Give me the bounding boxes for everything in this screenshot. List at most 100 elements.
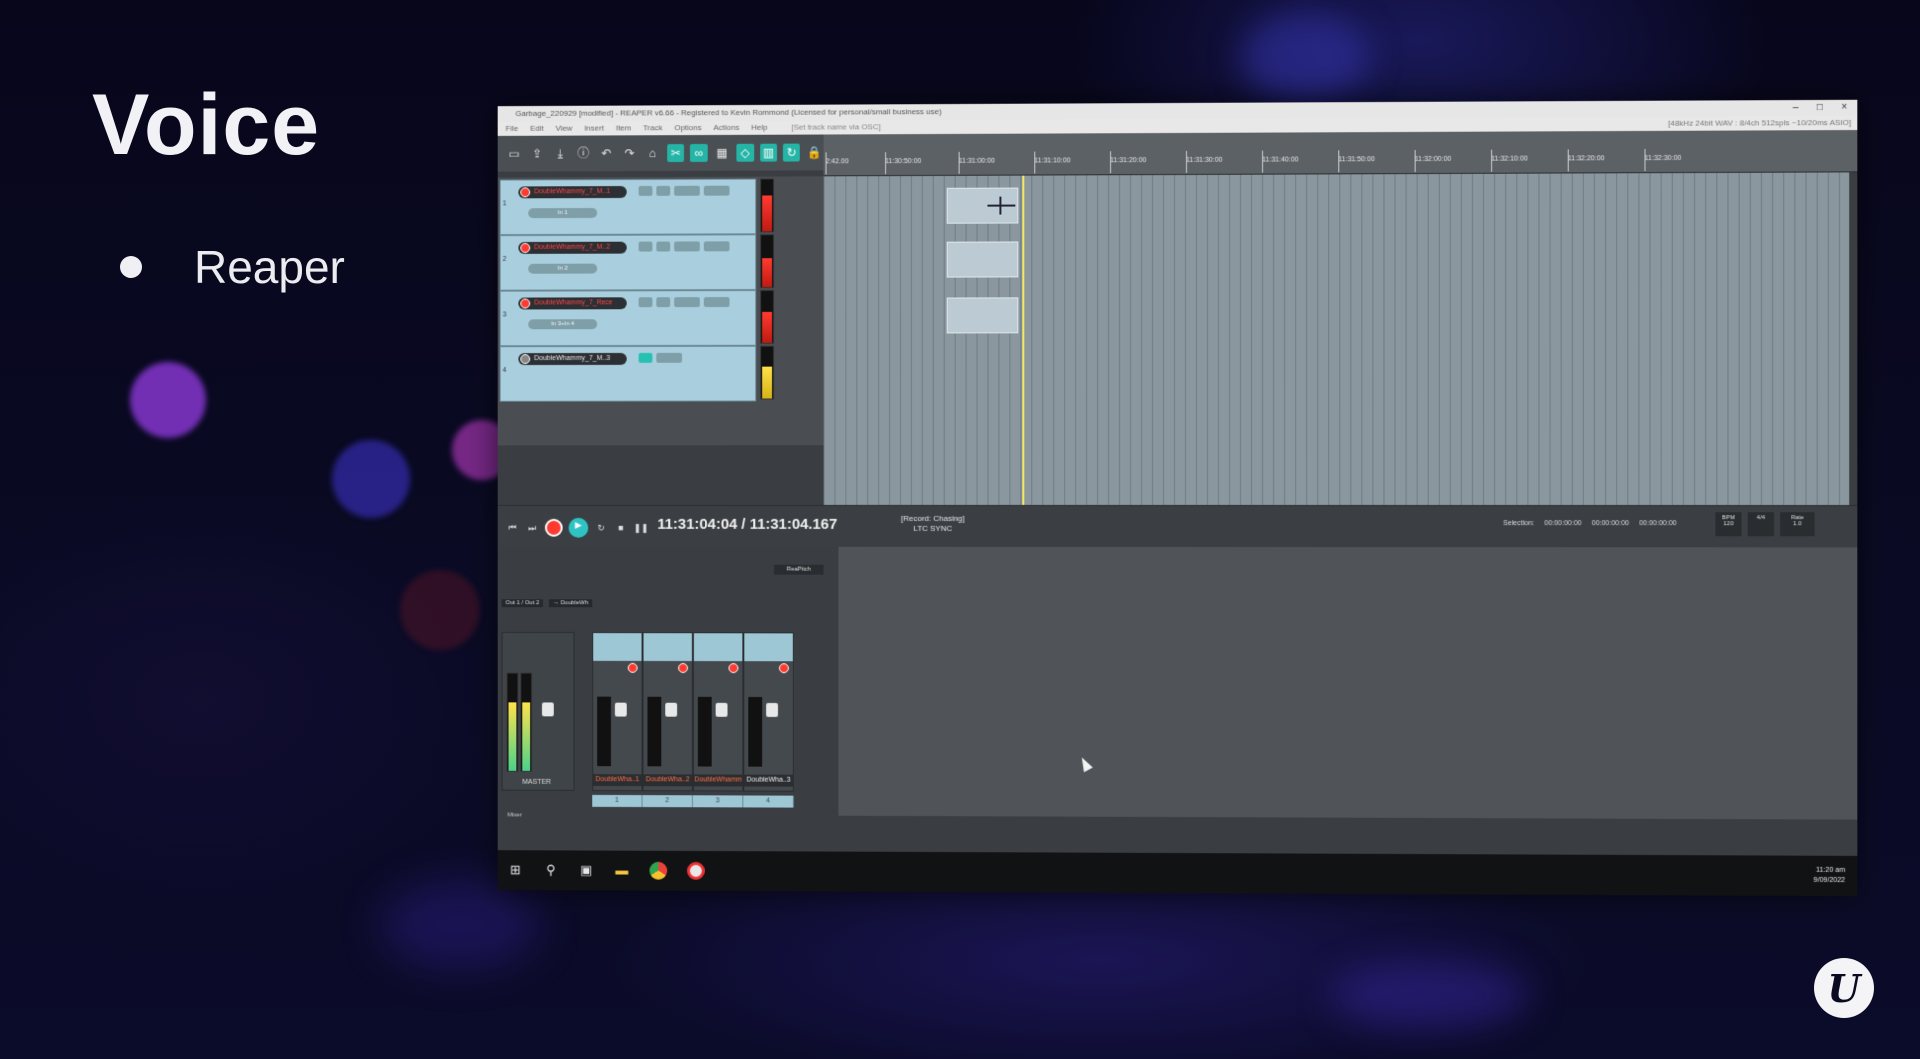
record-arm-button[interactable] [520,354,531,365]
menu-insert[interactable]: Insert [584,122,604,136]
track-row[interactable]: 4 DoubleWhammy_7_M..3 [499,345,757,402]
ripple-icon[interactable]: ∞ [690,143,708,162]
menu-file[interactable]: File [506,122,519,136]
selection-start[interactable]: 00:00:00:00 [1544,520,1581,527]
record-arm-button[interactable] [520,187,531,198]
record-arm-button[interactable] [627,662,638,673]
fx-button[interactable] [656,241,671,252]
grid-icon[interactable]: ▦ [713,144,730,162]
rate-box[interactable]: Rate 1.0 [1780,512,1815,537]
track-input[interactable]: In 3+In 4 [528,319,598,330]
pause-icon[interactable]: ❚❚ [634,521,649,535]
volume-fader[interactable] [614,702,627,717]
strip-fx-area[interactable] [593,633,642,661]
track-name[interactable]: DoubleWhammy_7_Rece [518,297,627,310]
send-routing[interactable]: → DoubleWh [549,599,593,608]
menu-edit[interactable]: Edit [530,122,544,136]
track-name[interactable]: DoubleWhammy_7_M..1 [518,186,627,199]
windows-start-icon[interactable]: ⊞ [508,862,524,878]
monitor-button[interactable] [703,297,730,308]
track-name[interactable]: DoubleWhammy_7_M..2 [518,241,627,254]
record-arm-button[interactable] [678,663,688,673]
menu-item[interactable]: Item [616,121,631,135]
track-name[interactable]: DoubleWhammy_7_M..3 [518,352,627,366]
record-arm-button[interactable] [520,298,531,309]
redo-icon[interactable]: ↷ [621,144,638,162]
selection-length[interactable]: 00:00:00:00 [1639,520,1676,527]
fx-button[interactable] [638,352,653,363]
close-button[interactable]: × [1841,100,1847,116]
task-view-icon[interactable]: ▣ [578,862,594,878]
strip-fx-area[interactable] [643,633,692,662]
strip-fx-area[interactable] [744,633,793,662]
media-item[interactable] [946,241,1019,278]
fx-label[interactable]: ReaPitch [774,564,824,575]
lock-icon[interactable]: 🔒 [806,143,823,161]
master-fader[interactable] [541,702,554,717]
strip-name[interactable]: DoubleWha..1 [593,774,642,787]
strip-name[interactable]: DoubleWhamm [693,774,743,787]
bpm-box[interactable]: BPM 120 [1715,512,1742,537]
menu-view[interactable]: View [555,122,572,136]
strip-name[interactable]: DoubleWha..3 [744,774,793,787]
output-routing[interactable]: Out 1 / Out 2 [501,599,544,608]
io-button[interactable] [638,241,653,252]
media-item[interactable] [946,187,1019,224]
env-button[interactable] [674,297,700,308]
stop-icon[interactable]: ■ [614,521,628,535]
io-button[interactable] [638,185,653,196]
env-button[interactable] [674,241,700,252]
new-project-icon[interactable]: ▭ [506,145,523,163]
save-project-icon[interactable]: ⤓ [552,145,569,163]
system-clock[interactable]: 11:20 am 9/09/2022 [1813,866,1857,886]
mixer-tab[interactable]: Mixer [501,812,541,823]
track-input[interactable]: In 1 [528,207,598,219]
menu-help[interactable]: Help [751,121,767,135]
undo-icon[interactable]: ↶ [598,144,615,162]
go-to-start-icon[interactable]: ⏮ [506,521,520,535]
track-row[interactable]: 3 DoubleWhammy_7_Rece In 3+In 4 [499,290,757,347]
time-signature[interactable]: 4/4 [1747,512,1775,537]
env-button[interactable] [674,185,700,196]
open-project-icon[interactable]: ⇪ [529,145,546,163]
project-settings-icon[interactable]: ⓘ [575,144,592,162]
snap-icon[interactable]: ✂ [667,144,685,163]
loop-repeat-icon[interactable]: ↻ [783,143,801,162]
track-input[interactable]: In 2 [528,263,598,274]
menu-track[interactable]: Track [643,121,662,135]
record-arm-button[interactable] [728,663,739,674]
track-row[interactable]: 2 DoubleWhammy_7_M..2 In 2 [499,234,757,291]
menu-actions[interactable]: Actions [713,121,739,135]
metronome-icon[interactable]: ⌂ [644,144,661,162]
search-icon[interactable]: ⚲ [543,862,559,878]
trim-icon[interactable]: ◇ [736,143,754,162]
fx-button[interactable] [656,185,671,196]
media-item[interactable] [946,297,1019,334]
minimize-button[interactable]: – [1793,100,1799,116]
fx-button[interactable] [656,297,671,308]
monitor-button[interactable] [703,185,730,196]
strip-fx-area[interactable] [693,633,743,662]
record-button[interactable] [544,518,563,537]
record-arm-button[interactable] [520,242,531,253]
timeline-ruler[interactable]: 2:42.00 11:30:50:00 11:31:00:00 11:31:10… [823,130,1858,177]
file-explorer-icon[interactable]: ▬ [614,863,630,879]
io-button[interactable] [638,297,653,308]
play-button[interactable]: ▶ [568,517,589,538]
menu-options[interactable]: Options [674,121,701,135]
track-row[interactable]: 1 DoubleWhammy_7_M..1 In 1 [499,178,757,236]
record-arm-button[interactable] [778,663,789,674]
loop-icon[interactable]: ▥ [759,143,778,162]
selection-end[interactable]: 00:00:00:00 [1592,520,1629,527]
volume-fader[interactable] [766,703,778,717]
repeat-icon[interactable]: ↻ [594,521,608,535]
chrome-icon[interactable] [649,861,668,880]
volume-fader[interactable] [665,702,678,717]
monitor-button[interactable] [703,241,730,252]
maximize-button[interactable]: □ [1817,100,1823,116]
volume-fader[interactable] [715,702,728,717]
go-to-end-icon[interactable]: ⏭ [525,521,539,535]
arrange-view[interactable] [823,172,1850,506]
env-button[interactable] [656,352,683,363]
time-display[interactable]: 11:31:04:04 / 11:31:04.167 [657,516,837,533]
